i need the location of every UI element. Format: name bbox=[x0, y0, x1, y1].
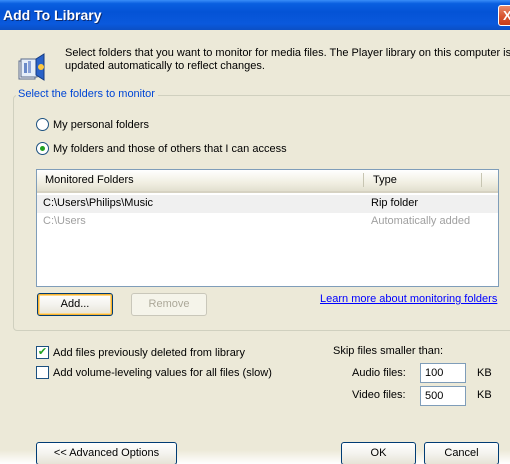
checkbox-check-icon[interactable]: ✔ bbox=[36, 346, 49, 359]
checkbox-box[interactable] bbox=[36, 366, 49, 379]
audio-files-label: Audio files: bbox=[352, 367, 406, 379]
audio-size-input[interactable]: 100 bbox=[420, 363, 466, 383]
library-icon bbox=[18, 53, 45, 81]
radio-label: My folders and those of others that I ca… bbox=[53, 142, 287, 155]
add-button-label: Add... bbox=[60, 298, 90, 310]
column-separator[interactable] bbox=[363, 173, 364, 187]
add-button[interactable]: Add... bbox=[37, 293, 113, 316]
title-bar[interactable]: Add To Library X bbox=[0, 0, 510, 30]
monitored-folders-list[interactable]: Monitored Folders Type C:\Users\Philips\… bbox=[36, 169, 499, 287]
video-unit-label: KB bbox=[477, 389, 492, 401]
table-row[interactable]: C:\Users\Philips\Music Rip folder bbox=[37, 195, 498, 213]
intro-line-2: updated automatically to reflect changes… bbox=[65, 60, 265, 72]
ok-button-label: OK bbox=[370, 447, 387, 459]
video-files-label: Video files: bbox=[352, 389, 406, 401]
checkbox-label: Add volume-leveling values for all files… bbox=[53, 366, 272, 379]
video-size-input[interactable]: 500 bbox=[420, 386, 466, 406]
skip-files-heading: Skip files smaller than: bbox=[333, 345, 444, 357]
audio-unit-label: KB bbox=[477, 367, 492, 379]
cancel-button-label: Cancel bbox=[444, 447, 479, 459]
window-title: Add To Library bbox=[3, 7, 102, 23]
radio-my-and-others-folders[interactable]: My folders and those of others that I ca… bbox=[36, 142, 287, 155]
advanced-options-label: << Advanced Options bbox=[53, 447, 160, 459]
folder-path: C:\Users\Philips\Music bbox=[43, 197, 154, 209]
list-header: Monitored Folders Type bbox=[37, 170, 498, 193]
intro-line-1: Select folders that you want to monitor … bbox=[65, 47, 510, 59]
remove-button[interactable]: Remove bbox=[131, 293, 207, 316]
ok-button[interactable]: OK bbox=[341, 442, 416, 464]
checkbox-add-deleted-files[interactable]: ✔ Add files previously deleted from libr… bbox=[36, 346, 245, 359]
close-icon: X bbox=[503, 8, 510, 23]
column-header-monitored-folders[interactable]: Monitored Folders bbox=[45, 174, 134, 186]
radio-my-personal-folders[interactable]: My personal folders bbox=[36, 118, 149, 131]
radio-label: My personal folders bbox=[53, 118, 149, 131]
close-button[interactable]: X bbox=[498, 5, 510, 26]
monitor-group-legend: Select the folders to monitor bbox=[16, 88, 158, 100]
advanced-options-button[interactable]: << Advanced Options bbox=[36, 442, 177, 464]
remove-button-label: Remove bbox=[148, 298, 190, 310]
cancel-button[interactable]: Cancel bbox=[424, 442, 499, 464]
radio-circle[interactable] bbox=[36, 118, 49, 131]
column-header-type[interactable]: Type bbox=[373, 174, 397, 186]
folder-type: Rip folder bbox=[371, 197, 419, 209]
checkbox-volume-leveling[interactable]: Add volume-leveling values for all files… bbox=[36, 366, 272, 379]
radio-circle[interactable] bbox=[36, 142, 49, 155]
folder-path: C:\Users bbox=[43, 215, 86, 227]
intro-text: Select folders that you want to monitor … bbox=[65, 47, 510, 73]
table-row[interactable]: C:\Users Automatically added bbox=[37, 213, 498, 231]
checkbox-label: Add files previously deleted from librar… bbox=[53, 346, 245, 359]
column-separator[interactable] bbox=[481, 173, 482, 187]
learn-more-link[interactable]: Learn more about monitoring folders bbox=[320, 293, 497, 305]
folder-type: Automatically added bbox=[371, 215, 471, 227]
add-to-library-window: Add To Library X Select folders that you… bbox=[0, 0, 510, 464]
